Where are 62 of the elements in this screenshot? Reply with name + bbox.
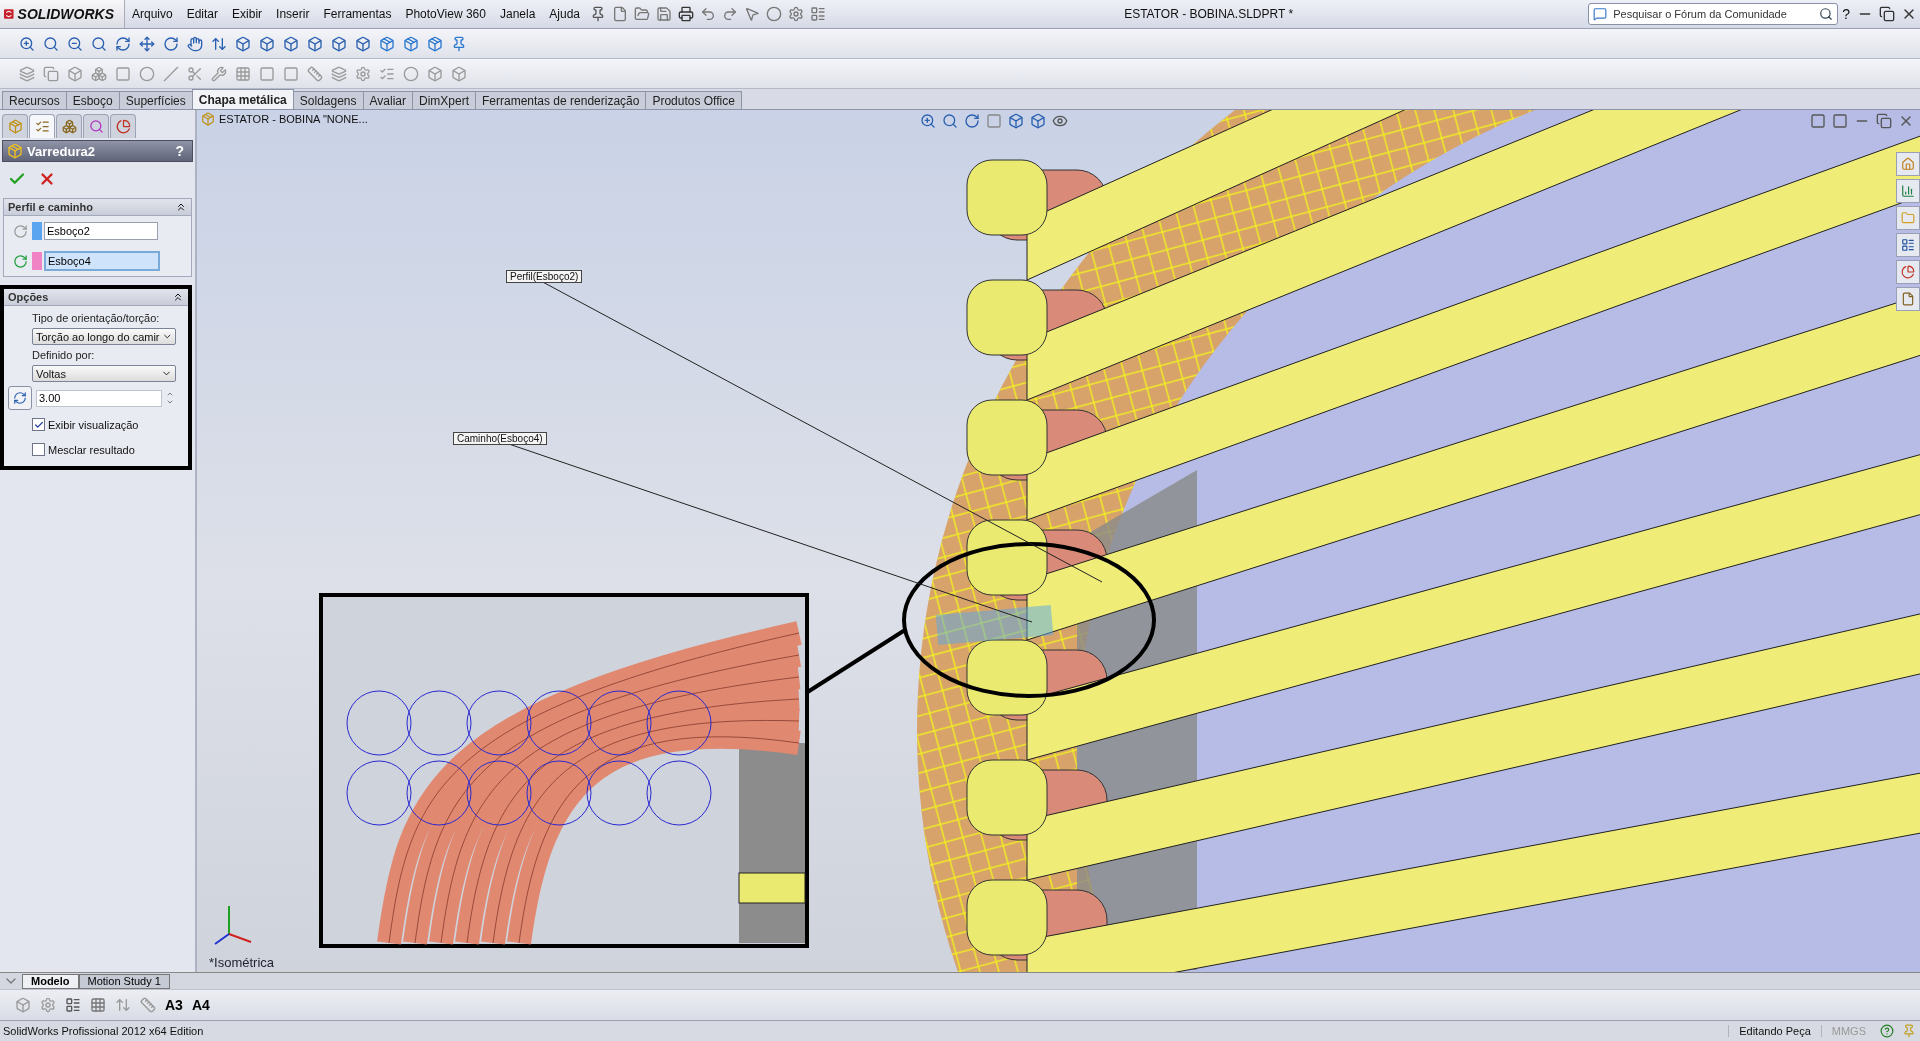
configuration-tab[interactable] (56, 114, 82, 138)
collapse-icon[interactable] (175, 201, 187, 213)
appearance-tab[interactable] (110, 114, 136, 138)
defined-by-dropdown[interactable]: Voltas (32, 365, 176, 382)
checkbox[interactable] (32, 418, 45, 431)
command-tab[interactable]: Soldagens (292, 91, 364, 109)
menu-item[interactable]: Arquivo (125, 7, 180, 21)
command-tab[interactable]: Esboço (65, 91, 120, 109)
part-icon (7, 119, 23, 134)
turns-field[interactable]: 3.00 (36, 389, 162, 407)
search-icon[interactable] (1819, 7, 1834, 21)
help-menu[interactable]: ? (1838, 6, 1854, 22)
edit-mode: Editando Peça (1728, 1025, 1821, 1037)
command-tab[interactable]: Recursos (2, 91, 67, 109)
menu-item[interactable]: PhotoView 360 (398, 7, 493, 21)
home-icon[interactable] (1896, 152, 1920, 176)
command-tab[interactable]: DimXpert (412, 91, 476, 109)
callout-label: Perfil(Esboço2) (506, 270, 583, 283)
command-tab[interactable]: Produtos Office (645, 91, 742, 109)
window-title: ESTATOR - BOBINA.SLDPRT * (1123, 7, 1295, 21)
menu-item[interactable]: Ferramentas (316, 7, 399, 21)
menu-item[interactable]: Inserir (269, 7, 317, 21)
menu-item[interactable]: Exibir (225, 7, 270, 21)
search-box[interactable]: Pesquisar o Fórum da Comunidade (1588, 3, 1839, 25)
sketch-field[interactable]: Esboço2 (44, 222, 158, 240)
command-tab[interactable]: Chapa metálica (191, 89, 294, 109)
checkbox-option[interactable]: Mesclar resultado (32, 439, 184, 460)
orientation-dropdown[interactable]: Torção ao longo do camir (32, 328, 176, 345)
command-tab[interactable]: Avaliar (362, 91, 413, 109)
callout-label: Caminho(Esboço4) (453, 432, 547, 445)
bottom-tab[interactable]: Modelo (22, 973, 79, 989)
collapse-icon[interactable] (172, 291, 184, 303)
folder-icon[interactable] (1896, 206, 1920, 230)
checkbox-option[interactable]: Exibir visualização (32, 414, 184, 435)
product-name: SolidWorks Profissional 2012 x64 Edition (3, 1025, 205, 1037)
field-label: Tipo de orientação/torção: (32, 312, 161, 324)
feature-tree-root[interactable]: ESTATOR - BOBINA "NONE... (201, 112, 368, 126)
sketch-field[interactable]: Esboço4 (44, 251, 160, 271)
menu-item[interactable]: Ajuda (542, 7, 588, 21)
part-icon (201, 112, 215, 126)
part-tab[interactable] (2, 114, 28, 138)
view-name: *Isométrica (209, 955, 275, 970)
section-title: Perfil e caminho (8, 201, 93, 213)
checkbox[interactable] (32, 443, 45, 456)
menu-item[interactable]: Janela (492, 7, 543, 21)
property-tab[interactable] (29, 114, 55, 138)
feature-name: Varredura2 (27, 143, 96, 159)
section-title: Opções (8, 291, 49, 303)
property-icon (34, 119, 50, 134)
help-button[interactable]: ? (171, 143, 188, 159)
sheet-size-button[interactable]: A3 (162, 997, 186, 1013)
bottom-tab[interactable]: Motion Study 1 (78, 973, 170, 989)
rotate-arrows-icon (13, 391, 27, 405)
crosshair-tab[interactable] (83, 114, 109, 138)
direction-button[interactable] (8, 386, 32, 410)
app-logo: SOLIDWORKS (0, 0, 125, 28)
field-label: Definido por: (32, 349, 96, 361)
menu-item[interactable]: Editar (179, 7, 226, 21)
sheet-size-button[interactable]: A4 (188, 997, 213, 1013)
command-tab[interactable]: Ferramentas de renderização (475, 91, 647, 109)
command-tab[interactable]: Superfícies (118, 91, 193, 109)
speech-bubble-icon (1593, 7, 1608, 21)
